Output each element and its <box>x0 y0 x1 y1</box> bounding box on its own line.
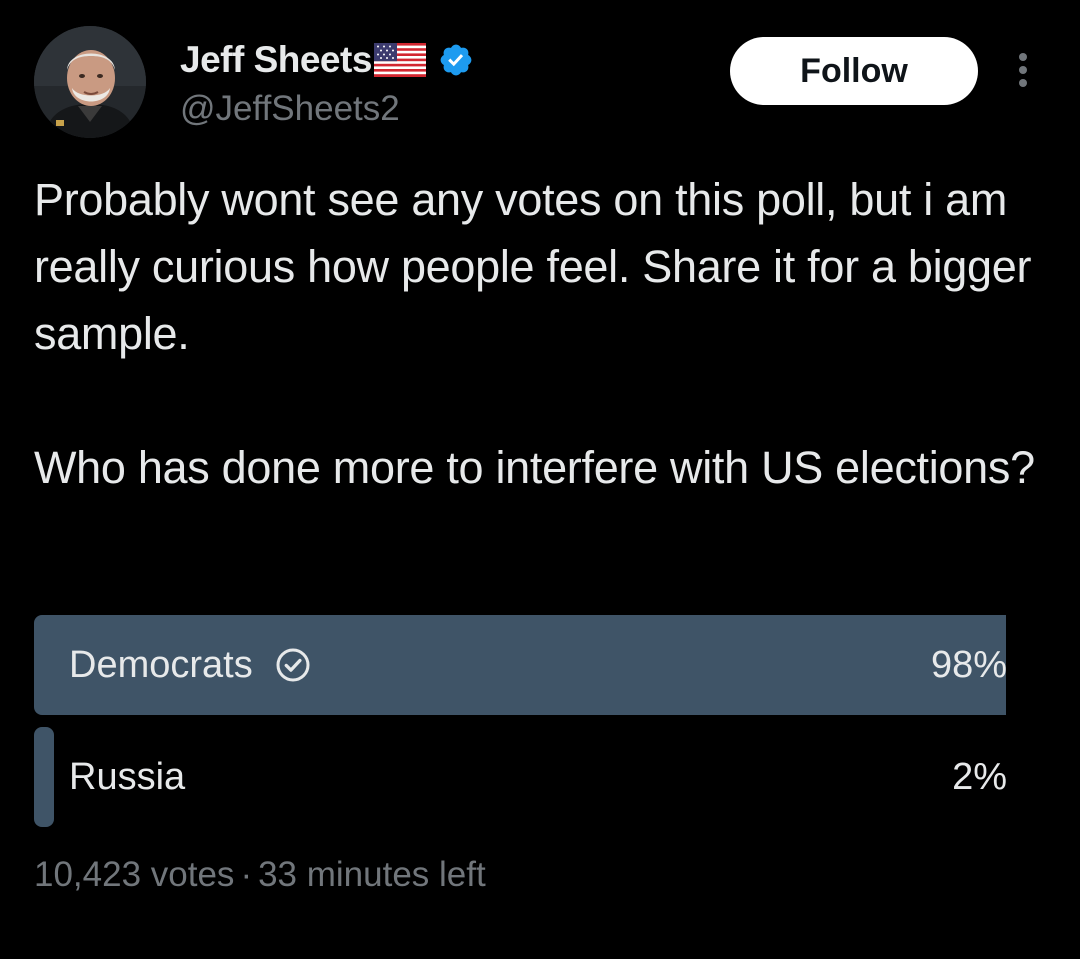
tweet-paragraph: Probably wont see any votes on this poll… <box>34 174 1032 359</box>
poll-option-percent: 98% <box>930 643 1007 686</box>
author-handle[interactable]: @JeffSheets2 <box>180 88 400 130</box>
tweet-poll-question: Who has done more to interfere with US e… <box>34 442 1035 493</box>
poll-time-left: 33 minutes left <box>258 855 486 894</box>
poll-vote-count: 10,423 votes <box>34 855 235 894</box>
tweet-text: Probably wont see any votes on this poll… <box>34 166 1044 501</box>
poll-option-label: Democrats <box>69 643 253 686</box>
follow-button[interactable]: Follow <box>730 37 978 105</box>
avatar-image <box>34 26 146 138</box>
separator-dot: · <box>240 855 253 894</box>
us-flag-icon <box>373 43 426 77</box>
check-circle-icon <box>276 648 310 682</box>
poll-option-label: Russia <box>69 755 186 798</box>
more-vertical-icon[interactable] <box>1008 50 1038 94</box>
poll-option-russia: Russia 2% <box>34 727 1026 827</box>
verified-badge-icon[interactable] <box>438 42 474 78</box>
author-name-row: Jeff Sheets <box>180 38 474 82</box>
poll-result-bar <box>34 727 54 827</box>
avatar[interactable] <box>34 26 146 138</box>
poll: Democrats 98% Russia 2% <box>34 615 1026 839</box>
poll-footer: 10,423 votes · 33 minutes left <box>34 854 486 896</box>
poll-option-democrats: Democrats 98% <box>34 615 1026 715</box>
author-display-name[interactable]: Jeff Sheets <box>180 38 372 82</box>
poll-option-percent: 2% <box>952 755 1007 798</box>
